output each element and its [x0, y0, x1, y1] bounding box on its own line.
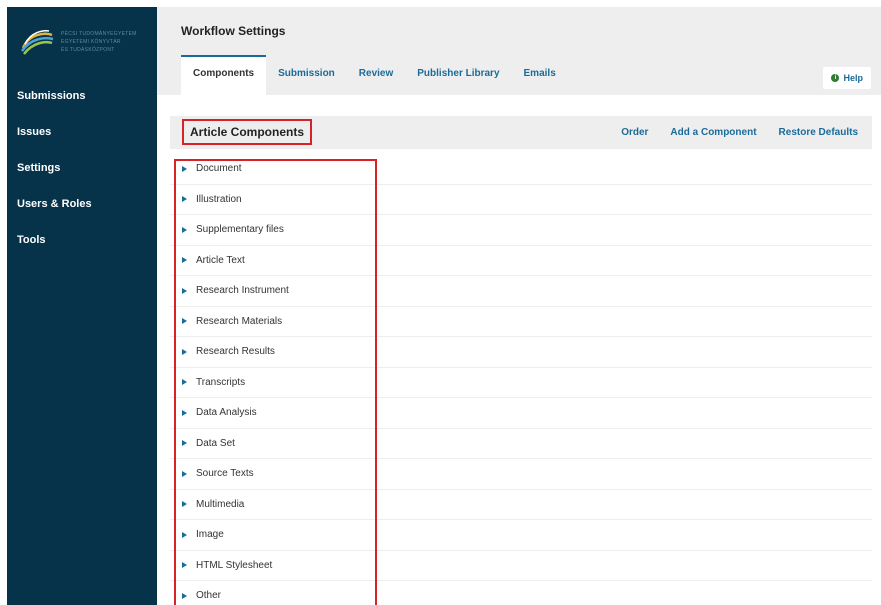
logo-text-line: ÉS TUDÁSKÖZPONT — [61, 47, 115, 53]
list-item-label: Research Materials — [196, 315, 283, 327]
main-content: Workflow Settings Components Submission … — [157, 7, 881, 605]
logo-icon — [20, 30, 54, 55]
list-item[interactable]: Supplementary files — [170, 215, 872, 246]
list-item[interactable]: Data Analysis — [170, 398, 872, 429]
list-item-label: Data Analysis — [196, 407, 257, 419]
list-item[interactable]: Other — [170, 581, 872, 605]
sidebar-item-tools[interactable]: Tools — [17, 233, 157, 269]
order-link[interactable]: Order — [621, 127, 648, 138]
list-item-label: HTML Stylesheet — [196, 559, 273, 571]
list-item-label: Transcripts — [196, 376, 246, 388]
tab-review[interactable]: Review — [347, 55, 405, 95]
list-item-label: Document — [196, 163, 242, 175]
expand-arrow-icon — [182, 318, 187, 325]
logo-text: PÉCSI TUDOMÁNYEGYETEM EGYETEMI KÖNYVTÁR … — [61, 31, 137, 53]
list-item-label: Research Instrument — [196, 285, 289, 297]
panel-actions: Order Add a Component Restore Defaults — [621, 127, 858, 138]
list-item-label: Source Texts — [196, 468, 254, 480]
panel-header: Article Components Order Add a Component… — [170, 116, 872, 149]
panel-title: Article Components — [182, 119, 313, 145]
expand-arrow-icon — [182, 226, 187, 233]
list-item[interactable]: Illustration — [170, 185, 872, 215]
list-item[interactable]: Image — [170, 520, 872, 551]
expand-arrow-icon — [182, 257, 187, 264]
expand-arrow-icon — [182, 531, 187, 538]
info-circle-icon: i — [831, 74, 840, 82]
expand-arrow-icon — [182, 440, 187, 447]
list-item-label: Multimedia — [196, 498, 245, 510]
logo[interactable]: PÉCSI TUDOMÁNYEGYETEM EGYETEMI KÖNYVTÁR … — [19, 24, 159, 60]
expand-arrow-icon — [182, 470, 187, 477]
tab-submission[interactable]: Submission — [266, 55, 347, 95]
expand-arrow-icon — [182, 592, 187, 599]
expand-arrow-icon — [182, 501, 187, 508]
tab-bar: Components Submission Review Publisher L… — [181, 55, 568, 95]
sidebar: PÉCSI TUDOMÁNYEGYETEM EGYETEMI KÖNYVTÁR … — [7, 7, 157, 605]
list-item-label: Image — [196, 529, 224, 541]
list-item[interactable]: Source Texts — [170, 459, 872, 490]
list-item[interactable]: Research Instrument — [170, 276, 872, 307]
help-label: Help — [843, 73, 863, 83]
sidebar-item-submissions[interactable]: Submissions — [17, 89, 157, 125]
header: Workflow Settings Components Submission … — [157, 7, 881, 95]
add-component-link[interactable]: Add a Component — [670, 127, 756, 138]
tab-emails[interactable]: Emails — [512, 55, 568, 95]
tab-publisher-library[interactable]: Publisher Library — [405, 55, 511, 95]
list-item-label: Supplementary files — [196, 224, 284, 236]
component-list: Document Illustration Supplementary file… — [170, 154, 872, 605]
sidebar-item-users-roles[interactable]: Users & Roles — [17, 197, 157, 233]
expand-arrow-icon — [182, 379, 187, 386]
list-item[interactable]: Document — [170, 154, 872, 185]
list-item[interactable]: HTML Stylesheet — [170, 551, 872, 581]
expand-arrow-icon — [182, 165, 187, 172]
help-button[interactable]: i Help — [823, 67, 871, 89]
expand-arrow-icon — [182, 562, 187, 569]
logo-text-line: EGYETEMI KÖNYVTÁR — [61, 39, 121, 45]
list-item-label: Research Results — [196, 346, 275, 358]
list-item[interactable]: Research Materials — [170, 307, 872, 337]
list-item[interactable]: Research Results — [170, 337, 872, 368]
list-item-label: Article Text — [196, 254, 245, 266]
list-item[interactable]: Multimedia — [170, 490, 872, 520]
list-item-label: Illustration — [196, 193, 242, 205]
restore-defaults-link[interactable]: Restore Defaults — [779, 127, 858, 138]
expand-arrow-icon — [182, 409, 187, 416]
list-item-label: Other — [196, 590, 222, 602]
expand-arrow-icon — [182, 348, 187, 355]
sidebar-item-issues[interactable]: Issues — [17, 125, 157, 161]
expand-arrow-icon — [182, 287, 187, 294]
list-item-label: Data Set — [196, 437, 235, 449]
list-item[interactable]: Data Set — [170, 429, 872, 459]
top-border — [0, 0, 881, 7]
page-title: Workflow Settings — [181, 24, 286, 38]
sidebar-nav: Submissions Issues Settings Users & Role… — [17, 85, 157, 269]
sidebar-item-settings[interactable]: Settings — [17, 161, 157, 197]
list-item[interactable]: Transcripts — [170, 368, 872, 398]
list-item[interactable]: Article Text — [170, 246, 872, 276]
logo-text-line: PÉCSI TUDOMÁNYEGYETEM — [61, 31, 137, 37]
expand-arrow-icon — [182, 196, 187, 203]
tab-components[interactable]: Components — [181, 55, 267, 95]
